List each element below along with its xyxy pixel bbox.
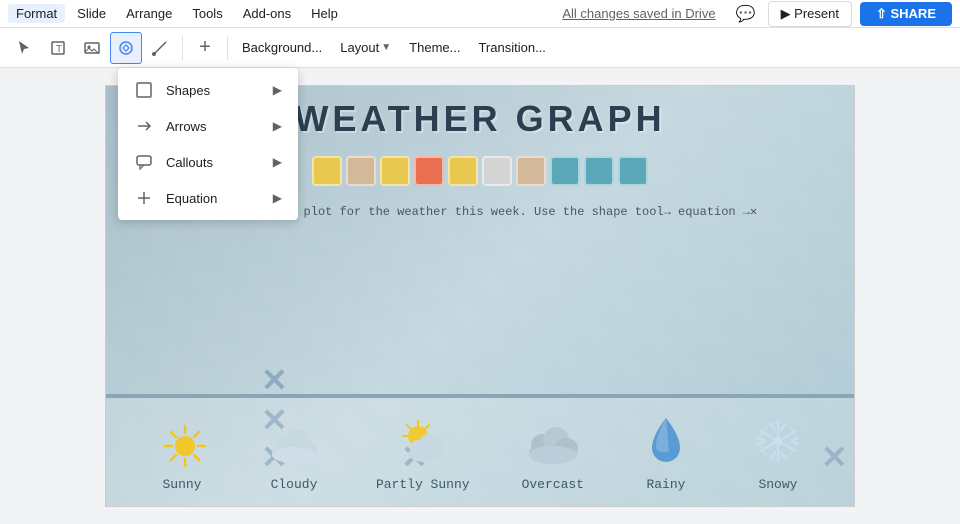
menu-bar: Format Slide Arrange Tools Add-ons Help …: [0, 0, 960, 28]
weather-partly-sunny: Partly Sunny: [376, 413, 470, 492]
toolbar-separator-1: [182, 36, 183, 60]
weather-overcast: Overcast: [522, 413, 584, 492]
weather-legend-bar: Sunny Cloudy: [106, 396, 854, 506]
toolbar: T + Background... Layout ▼ Theme... Tran…: [0, 28, 960, 68]
callouts-icon: [134, 152, 154, 172]
slide-title: WEATHER GRAPH: [294, 98, 665, 140]
rainy-icon: [636, 413, 696, 473]
sunny-label: Sunny: [162, 477, 201, 492]
svg-text:T: T: [56, 44, 62, 55]
background-label: Background...: [242, 40, 322, 55]
text-box-tool[interactable]: T: [42, 32, 74, 64]
select-tool[interactable]: [8, 32, 40, 64]
arrows-label: Arrows: [166, 119, 206, 134]
color-box: [482, 156, 512, 186]
line-tool[interactable]: [144, 32, 176, 64]
color-box: [618, 156, 648, 186]
equation-submenu-arrow: ▶: [273, 191, 282, 205]
theme-label: Theme...: [409, 40, 460, 55]
menu-format[interactable]: Format: [8, 4, 65, 23]
menu-tools[interactable]: Tools: [184, 4, 230, 23]
layout-arrow: ▼: [381, 42, 391, 53]
color-box: [414, 156, 444, 186]
partly-sunny-label: Partly Sunny: [376, 477, 470, 492]
callouts-submenu-arrow: ▶: [273, 155, 282, 169]
shapes-label: Shapes: [166, 83, 210, 98]
layout-label: Layout: [340, 40, 379, 55]
sunny-icon: [152, 413, 212, 473]
snowy-label: Snowy: [758, 477, 797, 492]
theme-button[interactable]: Theme...: [401, 36, 468, 59]
arrows-submenu-arrow: ▶: [273, 119, 282, 133]
color-box: [516, 156, 546, 186]
rainy-label: Rainy: [646, 477, 685, 492]
menu-slide[interactable]: Slide: [69, 4, 114, 23]
partly-sunny-icon: [393, 413, 453, 473]
weather-cloudy: Cloudy: [264, 413, 324, 492]
color-box: [584, 156, 614, 186]
color-box: [312, 156, 342, 186]
overcast-label: Overcast: [522, 477, 584, 492]
comments-icon[interactable]: 💬: [732, 0, 760, 28]
transition-button[interactable]: Transition...: [470, 36, 553, 59]
add-shape-button[interactable]: +: [189, 32, 221, 64]
saved-status: All changes saved in Drive: [562, 6, 715, 21]
image-tool[interactable]: [76, 32, 108, 64]
callouts-label: Callouts: [166, 155, 213, 170]
share-button[interactable]: ⇧ SHARE: [860, 2, 952, 26]
menu-arrange[interactable]: Arrange: [118, 4, 180, 23]
weather-sunny: Sunny: [152, 413, 212, 492]
header-icons: 💬 ▶ Present ⇧ SHARE: [732, 0, 952, 28]
color-box: [448, 156, 478, 186]
dropdown-shapes[interactable]: Shapes ▶: [118, 72, 298, 108]
toolbar-separator-2: [227, 36, 228, 60]
shape-dropdown-menu: Shapes ▶ Arrows ▶ Callouts ▶ Equation ▶: [118, 68, 298, 220]
color-box: [550, 156, 580, 186]
equation-label: Equation: [166, 191, 217, 206]
color-box: [380, 156, 410, 186]
equation-icon: [134, 188, 154, 208]
dropdown-callouts[interactable]: Callouts ▶: [118, 144, 298, 180]
dropdown-arrows[interactable]: Arrows ▶: [118, 108, 298, 144]
layout-button[interactable]: Layout ▼: [332, 36, 399, 59]
background-button[interactable]: Background...: [234, 36, 330, 59]
cloudy-label: Cloudy: [271, 477, 318, 492]
weather-rainy: Rainy: [636, 413, 696, 492]
menu-help[interactable]: Help: [303, 4, 346, 23]
color-boxes-row: [312, 156, 648, 186]
weather-snowy: Snowy: [748, 413, 808, 492]
menu-add-ons[interactable]: Add-ons: [235, 4, 299, 23]
arrows-icon: [134, 116, 154, 136]
snowy-icon: [748, 413, 808, 473]
present-button[interactable]: ▶ Present: [768, 1, 852, 27]
dropdown-equation[interactable]: Equation ▶: [118, 180, 298, 216]
overcast-icon: [523, 413, 583, 473]
transition-label: Transition...: [478, 40, 545, 55]
shape-tool[interactable]: [110, 32, 142, 64]
shapes-submenu-arrow: ▶: [273, 83, 282, 97]
cloudy-icon: [264, 413, 324, 473]
shapes-icon: [134, 80, 154, 100]
color-box: [346, 156, 376, 186]
